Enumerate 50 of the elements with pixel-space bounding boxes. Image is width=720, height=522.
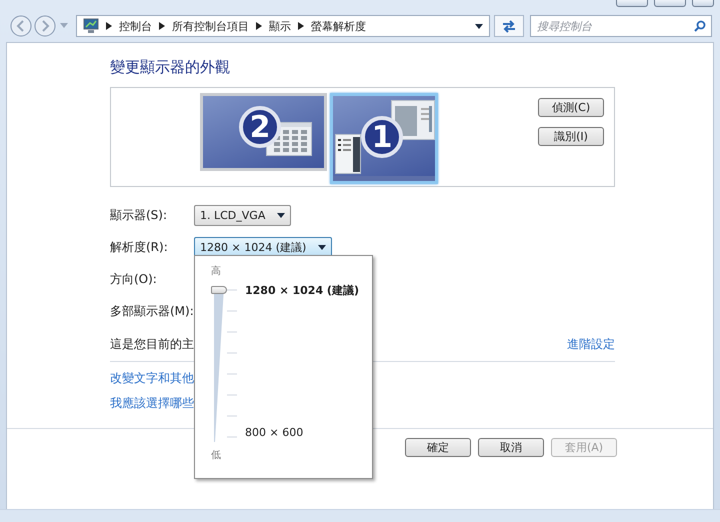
field-label: 多部顯示器(M): [110,302,194,320]
resolution-option[interactable]: 1280 × 1024 (建議) [245,283,359,298]
help-link[interactable]: 改變文字和其他 [110,370,615,387]
chevron-icon[interactable] [106,22,112,30]
help-link[interactable]: 我應該選擇哪些 [110,395,615,412]
high-label: 高 [211,264,222,278]
forward-button[interactable] [34,15,56,37]
advanced-settings-link[interactable]: 進階設定 [567,336,615,352]
breadcrumb-item[interactable]: 顯示 [269,18,291,34]
breadcrumb-item[interactable]: 所有控制台項目 [172,18,249,34]
back-button[interactable] [10,15,32,37]
close-button[interactable] [692,0,714,7]
window-icon [391,100,435,140]
dialog-button[interactable]: 偵測(C) [538,98,604,117]
monitor-number: 2 [239,106,281,148]
history-dropdown-icon[interactable] [60,23,68,29]
monitor-tile[interactable]: 1 [330,93,438,184]
dropdown[interactable]: 1280 × 1024 (建議) [194,236,332,258]
minimize-button[interactable] [616,0,648,7]
search-icon[interactable] [694,20,706,32]
monitor-tile[interactable]: 2 [200,93,327,171]
dialog-button[interactable]: 取消 [478,438,544,457]
dropdown-icon[interactable] [475,24,483,28]
sidebar-window-icon [335,134,361,174]
slider-thumb[interactable] [211,286,227,294]
resolution-option[interactable]: 800 × 600 [245,426,359,439]
field-label: 方向(O): [110,270,158,288]
search-field[interactable]: 搜尋控制台 [530,15,712,37]
address-bar[interactable]: 控制台 所有控制台項目 顯示 螢幕解析度 [76,15,490,37]
slider-track[interactable] [211,286,227,442]
computer-icon [83,18,99,34]
status-text: 這是您目前的主 [110,336,194,352]
low-label: 低 [211,449,222,462]
page-heading: 變更顯示器的外觀 [110,58,231,78]
field-label: 解析度(R): [110,238,169,256]
chevron-icon[interactable] [159,22,165,30]
dialog-button[interactable]: 識別(I) [538,127,604,146]
dropdown-icon [318,244,326,250]
chevron-icon[interactable] [256,22,262,30]
breadcrumb-item[interactable]: 控制台 [119,18,152,34]
refresh-button[interactable] [494,15,524,37]
monitor-number: 1 [361,116,403,158]
dialog-button: 套用(A) [551,438,617,457]
maximize-button[interactable] [654,0,686,7]
chevron-icon[interactable] [298,22,304,30]
dropdown-icon [277,212,286,218]
dropdown[interactable]: 1. LCD_VGA [194,204,292,226]
dialog-button[interactable]: 確定 [405,438,471,457]
breadcrumb-item[interactable]: 螢幕解析度 [311,18,366,34]
field-label: 顯示器(S): [110,206,168,224]
